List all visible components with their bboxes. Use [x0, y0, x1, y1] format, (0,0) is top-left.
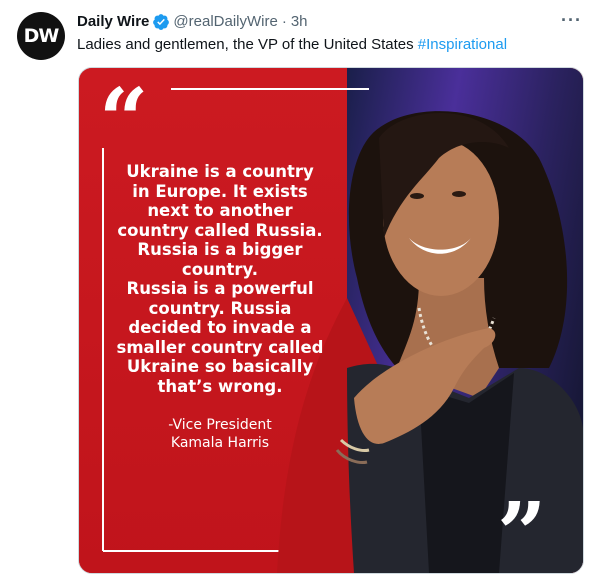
timestamp[interactable]: 3h [291, 12, 308, 32]
quote-attribution: -Vice President Kamala Harris [109, 416, 331, 452]
verified-badge-icon [153, 14, 170, 30]
handle[interactable]: @realDailyWire [173, 12, 277, 32]
more-options-icon[interactable]: ··· [561, 10, 582, 31]
quote-line: country called Russia. [117, 220, 323, 240]
display-name[interactable]: Daily Wire [77, 12, 149, 32]
quote-line: Ukraine so basically [126, 357, 314, 376]
quote-line: Russia is a bigger [137, 240, 303, 259]
quote-line: in Europe. It exists [132, 181, 308, 201]
tweet-body: Ladies and gentlemen, the VP of the Unit… [77, 36, 418, 53]
quote-line: country. Russia [148, 298, 292, 318]
separator: · [281, 13, 287, 30]
open-quote-mark: “ [99, 70, 149, 171]
tweet[interactable]: DW Daily Wire @realDailyWire · 3h ··· La… [0, 0, 598, 587]
tweet-text: Ladies and gentlemen, the VP of the Unit… [77, 35, 507, 55]
quote-line: that’s wrong. [157, 376, 283, 396]
attribution-line: -Vice President [168, 417, 272, 433]
quote-line: country. [181, 259, 259, 279]
hashtag-link[interactable]: #Inspirational [418, 36, 507, 53]
quote-line: Ukraine is a country [126, 162, 314, 181]
tweet-image[interactable]: “ Ukraine is a country in Europe. It exi… [78, 67, 584, 574]
quote-text: Ukraine is a country in Europe. It exist… [109, 162, 331, 396]
quote-line: decided to invade a [128, 318, 312, 337]
quote-line: Russia is a powerful [126, 279, 314, 298]
avatar[interactable]: DW [17, 12, 65, 60]
attribution-line: Kamala Harris [170, 435, 270, 451]
quote-line: smaller country called [116, 337, 324, 357]
quote-line: next to another [147, 201, 293, 220]
close-quote-mark: ” [497, 484, 547, 574]
tweet-header: Daily Wire @realDailyWire · 3h [77, 12, 308, 32]
